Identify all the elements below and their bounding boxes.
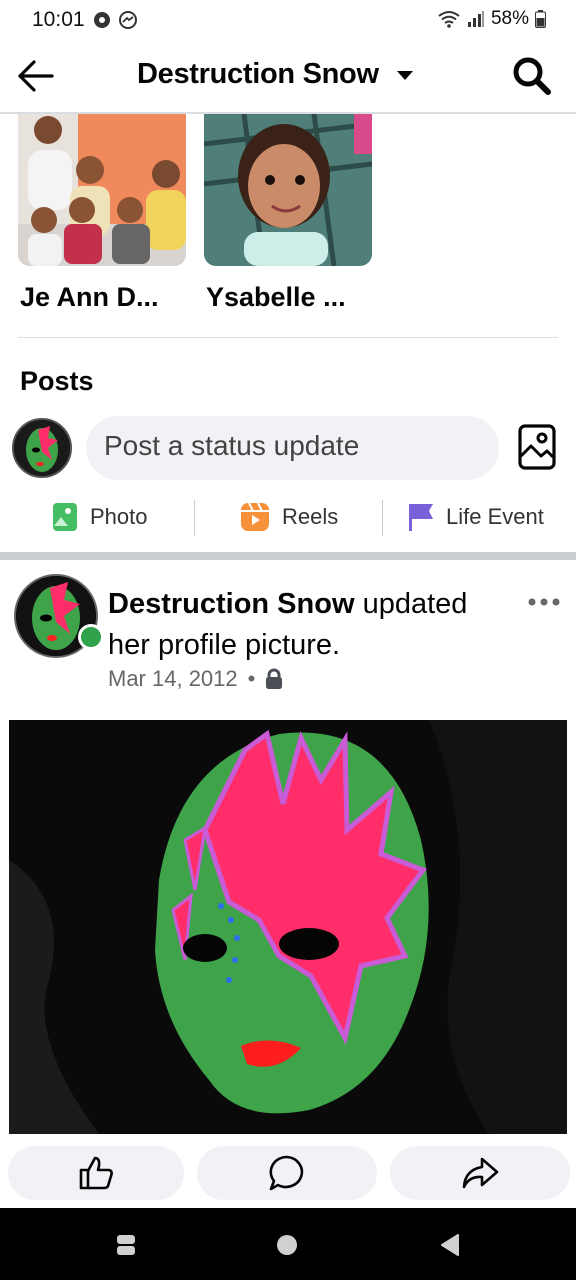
caret-down-icon[interactable] (396, 70, 414, 82)
lock-icon (266, 668, 283, 689)
friend-card[interactable]: Je Ann D... (18, 114, 186, 312)
friend-name[interactable]: Je Ann D... (20, 282, 159, 313)
status-bar: 10:01 58% (0, 0, 576, 40)
system-navigation-bar (0, 1208, 576, 1280)
friend-card[interactable]: Ysabelle ... (204, 114, 372, 312)
friend-name[interactable]: Ysabelle ... (206, 282, 346, 313)
reels-action-label: Reels (282, 504, 339, 529)
profile-picture-post-image[interactable] (9, 720, 567, 1134)
status-update-input[interactable]: Post a status update (86, 416, 499, 480)
section-divider (18, 337, 558, 338)
back-button[interactable] (14, 54, 58, 98)
post-meta: Mar 14, 2012 • (108, 666, 283, 692)
like-icon (79, 1156, 113, 1190)
post-more-options-button[interactable] (526, 592, 562, 612)
arrow-left-icon (18, 60, 54, 92)
more-dots-icon (528, 598, 560, 606)
status-right: 58% (437, 8, 546, 30)
photo-action-label: Photo (90, 504, 148, 529)
signal-icon (467, 11, 484, 27)
mask-photo-image (9, 720, 567, 1134)
post-date[interactable]: Mar 14, 2012 (108, 666, 238, 692)
action-separator (194, 500, 195, 536)
share-button[interactable] (390, 1146, 570, 1200)
status-time: 10:01 (32, 8, 85, 31)
home-icon[interactable] (276, 1234, 298, 1256)
comment-icon (269, 1155, 304, 1191)
post-author-name[interactable]: Destruction Snow (108, 588, 355, 620)
posts-section-title: Posts (20, 366, 94, 396)
reels-icon (241, 502, 269, 531)
reels-action-button[interactable]: Reels (240, 494, 338, 540)
online-status-indicator (78, 624, 104, 650)
wifi-icon (438, 11, 460, 28)
section-thick-divider (0, 552, 576, 560)
recent-apps-icon[interactable] (116, 1234, 136, 1256)
life-event-action-label: Life Event (446, 504, 544, 529)
image-icon (518, 424, 556, 470)
messenger-notification-icon (119, 11, 137, 29)
settings-notification-icon (94, 12, 110, 28)
post-type-actions: Photo Reels Life Event (0, 494, 576, 540)
meta-separator: • (247, 666, 256, 691)
mask-avatar-image (14, 420, 70, 476)
profile-header: Destruction Snow (0, 40, 576, 114)
add-photo-button[interactable] (518, 424, 556, 470)
battery-icon (535, 10, 546, 28)
friend-photo[interactable] (18, 114, 186, 266)
like-button[interactable] (8, 1146, 184, 1200)
life-event-action-button[interactable]: Life Event (408, 494, 544, 540)
flag-icon (409, 504, 433, 531)
share-icon (462, 1157, 499, 1189)
action-separator (382, 500, 383, 536)
search-icon (513, 57, 551, 95)
back-nav-icon[interactable] (440, 1234, 460, 1256)
photo-icon (53, 503, 77, 531)
photo-action-button[interactable]: Photo (52, 494, 148, 540)
status-notification-icons (92, 10, 138, 30)
friend-photo[interactable] (204, 114, 372, 266)
comment-button[interactable] (197, 1146, 377, 1200)
family-photo-image (18, 114, 186, 266)
post-header-text: Destruction Snow updated her profile pic… (108, 584, 508, 666)
profile-name-title[interactable]: Destruction Snow (137, 58, 379, 91)
battery-percent: 58% (490, 8, 529, 29)
search-button[interactable] (510, 54, 554, 98)
child-photo-image (204, 114, 372, 266)
composer-avatar[interactable] (12, 418, 72, 478)
